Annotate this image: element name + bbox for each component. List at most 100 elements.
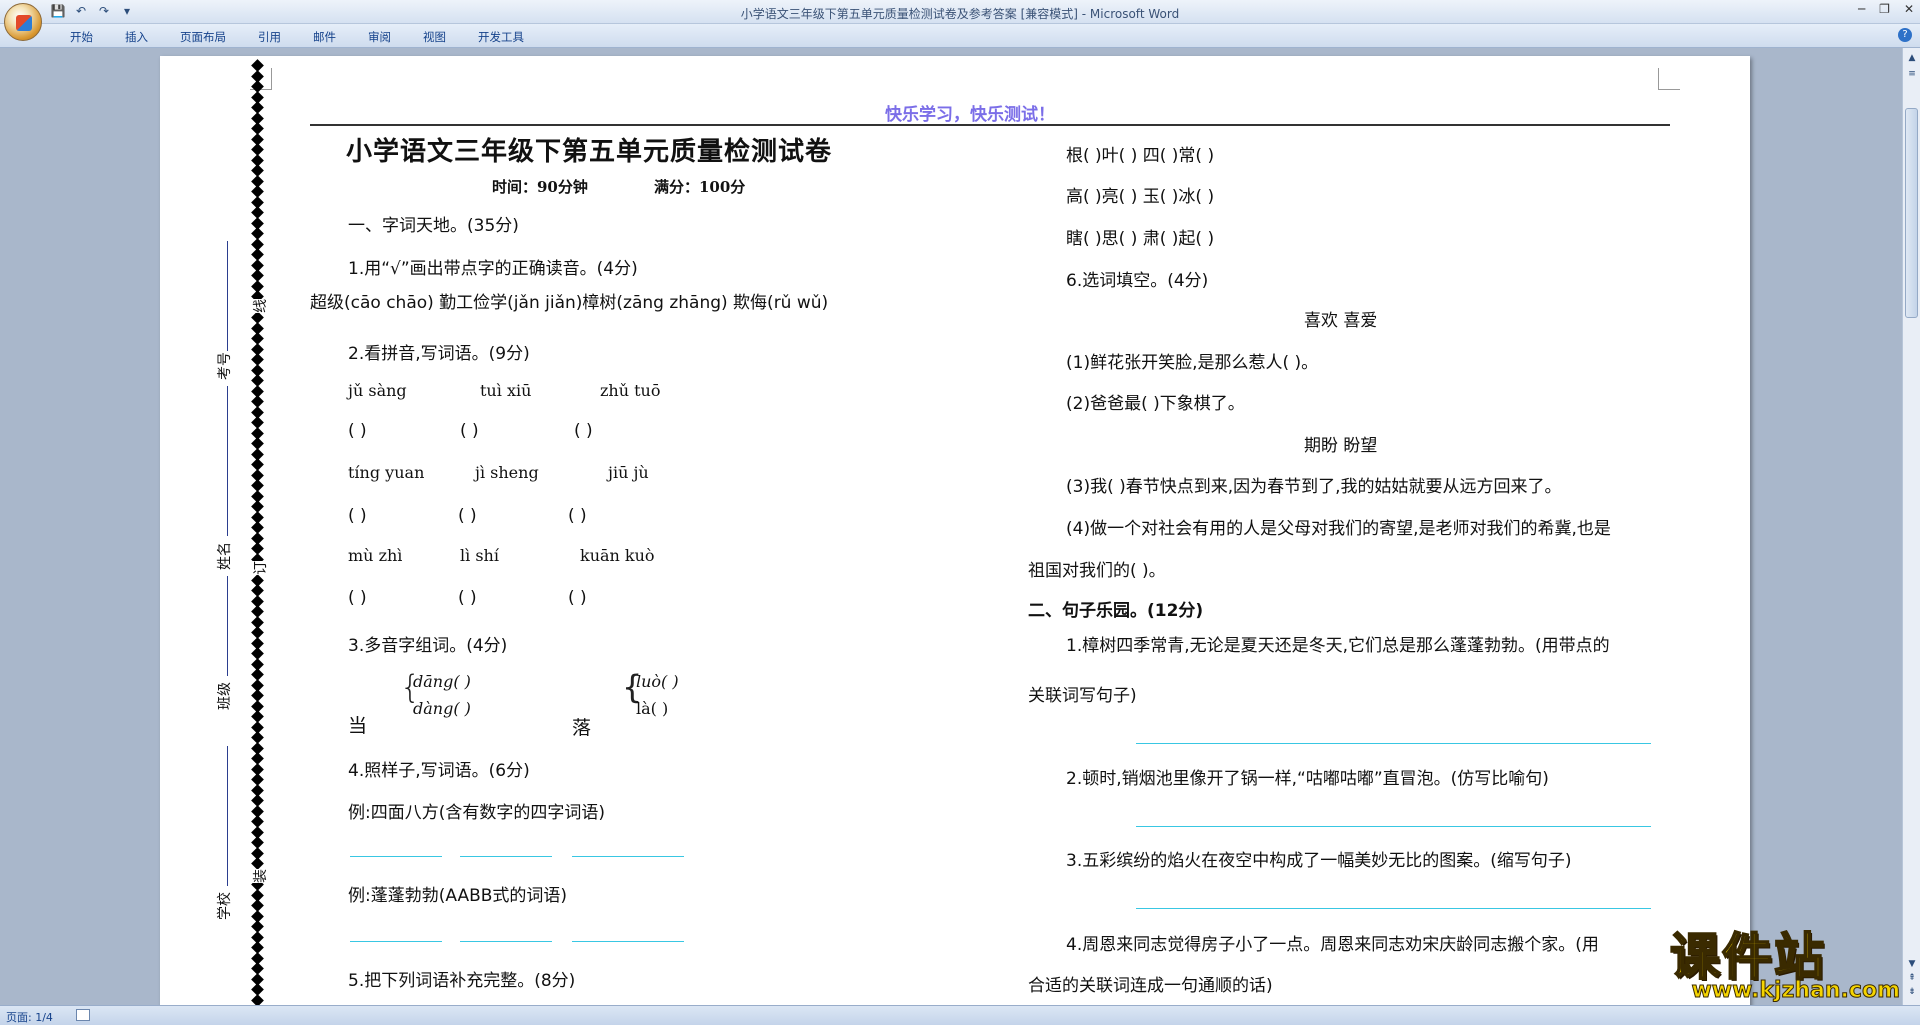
question-1-items: 超级(cāo chāo) 勤工俭学(jǎn jiǎn)樟树(zāng zhāng… (310, 293, 829, 313)
page-counter[interactable]: 页面: 1/4 (6, 1009, 53, 1025)
answer-paren: ( ) (460, 421, 479, 441)
answer-blank[interactable] (460, 941, 552, 942)
corner-mark (1658, 68, 1680, 90)
answer-blank[interactable] (572, 941, 684, 942)
pinyin-9: kuān kuò (580, 546, 655, 565)
answer-paren: ( ) (568, 588, 587, 608)
pinyin-7: mù zhì (348, 546, 403, 565)
binding-label-kaohao: 考号 (217, 352, 233, 380)
answer-line[interactable] (1136, 826, 1651, 827)
luo-reading-2: là( ) (636, 699, 669, 718)
tab-page-layout[interactable]: 页面布局 (170, 29, 236, 45)
scroll-down-icon[interactable]: ▼ (1906, 958, 1918, 970)
binding-line (227, 386, 228, 536)
window-title: 小学语文三年级下第五单元质量检测试卷及参考答案 [兼容模式] - Microso… (740, 7, 1180, 21)
help-icon[interactable]: ? (1898, 28, 1912, 42)
example-1: 例:四面八方(含有数字的四字词语) (348, 803, 605, 823)
tab-developer[interactable]: 开发工具 (468, 29, 534, 45)
binding-label-school: 学校 (217, 892, 233, 920)
answer-blank[interactable] (460, 856, 552, 857)
tab-home[interactable]: 开始 (60, 29, 103, 45)
fill-sentence-1: (1)鲜花张开笑脸,是那么惹人( )。 (1066, 353, 1319, 373)
tab-references[interactable]: 引用 (248, 29, 291, 45)
pinyin-4: tíng yuan (348, 463, 425, 482)
binding-line (227, 746, 228, 886)
sentence-q4a: 4.周恩来同志觉得房子小了一点。周恩来同志劝宋庆龄同志搬个家。(用 (1066, 935, 1599, 955)
document-page[interactable]: 快乐学习，快乐测试！ 考号 姓名 班级 学校 线 订 装 小学语文三年级下第五单… (160, 56, 1750, 1005)
binding-diamond (251, 993, 264, 1005)
header-rule (310, 124, 1670, 126)
scrollbar-thumb[interactable] (1905, 108, 1918, 318)
title-bar: 💾 ↶ ↷ ▾ 小学语文三年级下第五单元质量检测试卷及参考答案 [兼容模式] -… (0, 0, 1920, 24)
question-3: 3.多音字组词。(4分) (348, 636, 508, 656)
exam-score: 满分：100分 (654, 178, 746, 196)
watermark-text: 课件站 (1669, 928, 1826, 986)
answer-paren: ( ) (348, 421, 367, 441)
minimize-button[interactable]: ─ (1858, 2, 1865, 16)
tab-view[interactable]: 视图 (413, 29, 456, 45)
idiom-row-3: 瞎( )思( ) 肃( )起( ) (1066, 229, 1215, 249)
vertical-scrollbar[interactable]: ▲ ≡ ▼ ⇞ ⇟ (1902, 48, 1920, 1005)
question-4: 4.照样子,写词语。(6分) (348, 761, 530, 781)
answer-line[interactable] (1136, 743, 1651, 744)
question-2: 2.看拼音,写词语。(9分) (348, 344, 530, 364)
dang-reading-1: dāng( ) (413, 672, 471, 691)
answer-paren: ( ) (348, 588, 367, 608)
pinyin-1: jǔ sàng (348, 381, 407, 400)
tab-review[interactable]: 审阅 (358, 29, 401, 45)
tab-insert[interactable]: 插入 (115, 29, 158, 45)
watermark-url: www.kjzhan.com (1691, 978, 1901, 1004)
pinyin-6: jiū jù (608, 463, 649, 482)
fill-sentence-4b: 祖国对我们的( )。 (1028, 561, 1166, 581)
answer-paren: ( ) (348, 506, 367, 526)
sentence-q4b: 合适的关联词连成一句通顺的话) (1028, 976, 1273, 996)
site-watermark: 课件站 www.kjzhan.com (1669, 928, 1901, 1004)
question-6: 6.选词填空。(4分) (1066, 271, 1209, 291)
pinyin-5: jì sheng (475, 463, 539, 482)
answer-paren: ( ) (458, 588, 477, 608)
close-button[interactable]: ✕ (1904, 2, 1914, 16)
pinyin-2: tuì xiū (480, 381, 532, 400)
office-button[interactable] (4, 3, 42, 41)
binding-label-xian: 线 (248, 299, 272, 313)
ribbon-tabs-bar: 开始 插入 页面布局 引用 邮件 审阅 视图 开发工具 ? (0, 24, 1920, 48)
answer-blank[interactable] (572, 856, 684, 857)
answer-paren: ( ) (458, 506, 477, 526)
fill-sentence-2: (2)爸爸最( )下象棋了。 (1066, 394, 1245, 414)
binding-line (227, 241, 228, 351)
tab-mailings[interactable]: 邮件 (303, 29, 346, 45)
word-choices-1: 喜欢 喜爱 (1304, 311, 1378, 331)
binding-label-class: 班级 (217, 682, 233, 710)
polyphone-luo: 落 (572, 717, 592, 739)
document-workspace: 快乐学习，快乐测试！ 考号 姓名 班级 学校 线 订 装 小学语文三年级下第五单… (0, 48, 1902, 1005)
office-logo-icon (16, 15, 32, 31)
idiom-row-2: 高( )亮( ) 玉( )冰( ) (1066, 187, 1215, 207)
document-title: 小学语文三年级下第五单元质量检测试卷 (346, 137, 833, 167)
answer-blank[interactable] (350, 856, 442, 857)
answer-blank[interactable] (350, 941, 442, 942)
dang-reading-2: dàng( ) (413, 699, 471, 718)
idiom-row-1: 根( )叶( ) 四( )常( ) (1066, 146, 1215, 166)
next-page-icon[interactable]: ⇟ (1906, 986, 1918, 998)
answer-line[interactable] (1136, 908, 1651, 909)
prev-page-icon[interactable]: ⇞ (1906, 972, 1918, 984)
fill-sentence-3: (3)我( )春节快点到来,因为春节到了,我的姑姑就要从远方回来了。 (1066, 477, 1562, 497)
exam-time: 时间：90分钟 (492, 178, 588, 196)
ruler-toggle-icon[interactable]: ≡ (1906, 68, 1918, 80)
macro-record-icon[interactable] (76, 1009, 90, 1021)
binding-line (227, 576, 228, 676)
maximize-button[interactable]: ❐ (1879, 2, 1890, 16)
question-5: 5.把下列词语补充完整。(8分) (348, 971, 576, 991)
sentence-q1a: 1.樟树四季常青,无论是夏天还是冬天,它们总是那么蓬蓬勃勃。(用带点的 (1066, 636, 1610, 656)
binding-label-name: 姓名 (217, 542, 233, 570)
answer-paren: ( ) (574, 421, 593, 441)
scroll-up-icon[interactable]: ▲ (1906, 52, 1918, 64)
answer-paren: ( ) (568, 506, 587, 526)
binding-label-ding: 订 (248, 561, 272, 575)
sentence-q3: 3.五彩缤纷的焰火在夜空中构成了一幅美妙无比的图案。(缩写句子) (1066, 851, 1572, 871)
luo-reading-1: luò( ) (636, 672, 679, 691)
pinyin-8: lì shí (460, 546, 499, 565)
pinyin-3: zhǔ tuō (600, 381, 661, 400)
status-bar: 页面: 1/4 (0, 1005, 1920, 1025)
polyphone-dang: 当 (348, 715, 368, 737)
